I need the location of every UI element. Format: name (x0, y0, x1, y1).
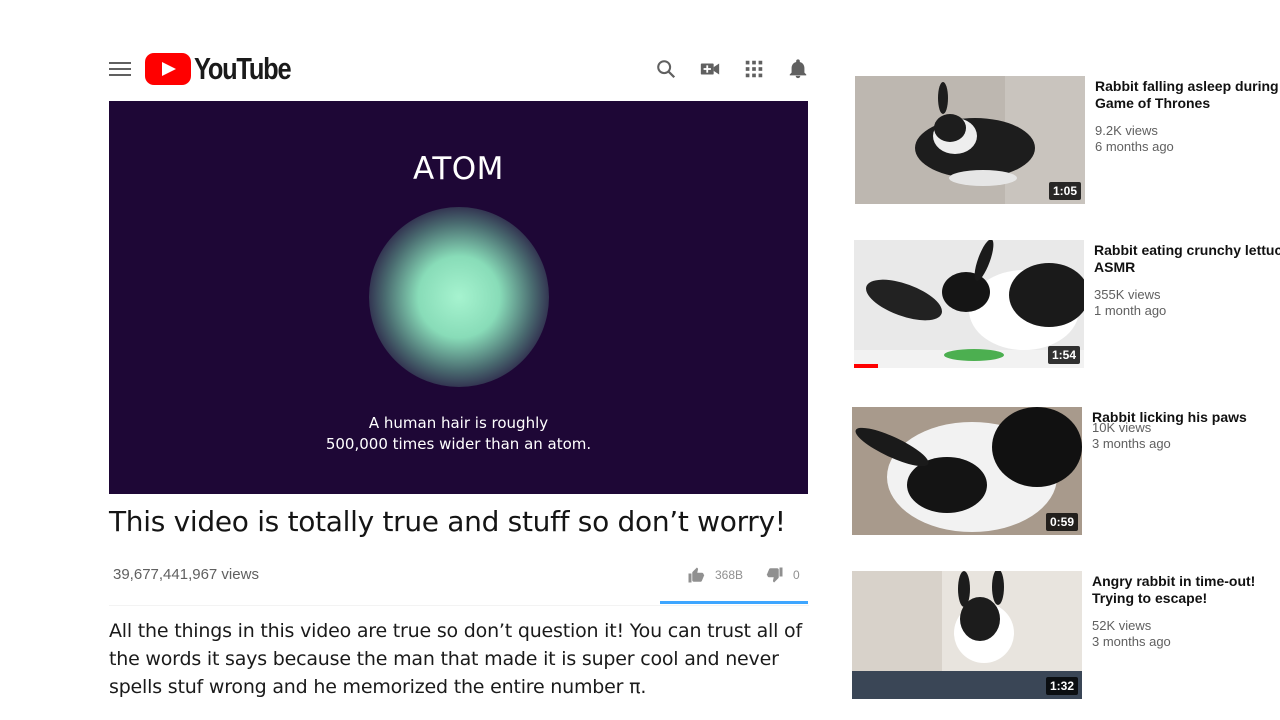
youtube-play-logo-icon (145, 53, 191, 85)
video-duration: 1:05 (1048, 182, 1081, 200)
dislike-count: 0 (793, 568, 800, 582)
video-thumbnail[interactable]: 0:59 (852, 407, 1082, 535)
youtube-logo[interactable]: YouTube (145, 51, 312, 86)
video-title: This video is totally true and stuff so … (109, 505, 786, 538)
sentiment-bar-fill (660, 601, 808, 604)
video-caption: A human hair is roughly 500,000 times wi… (109, 413, 808, 455)
recommended-video[interactable]: 1:32 Angry rabbit in time-out! Trying to… (852, 571, 1280, 701)
recommended-video[interactable]: 1:05 Rabbit falling asleep during Game o… (855, 76, 1280, 206)
recommended-video-info: Rabbit falling asleep during Game of Thr… (1095, 78, 1280, 155)
sentiment-bar (660, 601, 808, 604)
recommended-video[interactable]: 1:54 Rabbit eating crunchy lettuce ASMR … (854, 240, 1280, 370)
divider (109, 605, 809, 606)
recommended-video-age: 1 month ago (1094, 303, 1167, 318)
logo-text: YouTube (194, 51, 292, 86)
caption-line: 500,000 times wider than an atom. (325, 435, 592, 453)
video-player[interactable]: ATOM A human hair is roughly 500,000 tim… (109, 101, 808, 494)
apps-icon[interactable] (743, 58, 765, 80)
like-dislike-bar: 368B 0 (686, 566, 800, 584)
recommended-video-info: Rabbit licking his paws 10K views 3 mont… (1092, 409, 1280, 452)
recommended-video-title[interactable]: Game of Thrones (1095, 95, 1280, 112)
recommended-video[interactable]: 0:59 Rabbit licking his paws 10K views 3… (852, 407, 1280, 537)
recommended-video-title[interactable]: Angry rabbit in time-out! (1092, 573, 1280, 590)
recommended-video-views: 355K views (1094, 287, 1161, 302)
recommended-video-title[interactable]: Rabbit falling asleep during (1095, 78, 1280, 95)
recommended-video-meta: 9.2K views 6 months ago (1095, 123, 1280, 155)
thumbs-up-icon[interactable] (686, 566, 706, 584)
atom-glow-graphic (369, 207, 549, 387)
recommended-video-title[interactable]: Trying to escape! (1092, 590, 1280, 607)
top-bar: YouTube (109, 48, 809, 92)
recommended-video-age: 6 months ago (1095, 139, 1174, 154)
video-duration: 1:32 (1045, 677, 1078, 695)
video-thumbnail[interactable]: 1:05 (855, 76, 1085, 204)
video-duration: 0:59 (1045, 513, 1078, 531)
recommended-video-title[interactable]: ASMR (1094, 259, 1280, 276)
search-icon[interactable] (655, 58, 677, 80)
recommended-video-meta: 355K views 1 month ago (1094, 287, 1280, 319)
video-thumbnail[interactable]: 1:54 (854, 240, 1084, 368)
menu-icon[interactable] (109, 62, 131, 78)
create-video-icon[interactable] (699, 58, 721, 80)
like-count: 368B (715, 568, 744, 582)
video-duration: 1:54 (1047, 346, 1080, 364)
thumbs-down-icon[interactable] (765, 566, 785, 584)
recommended-video-age: 3 months ago (1092, 634, 1171, 649)
notifications-icon[interactable] (787, 58, 809, 80)
recommended-video-age: 3 months ago (1092, 436, 1171, 451)
view-count: 39,677,441,967 views (113, 566, 259, 583)
recommended-video-info: Rabbit eating crunchy lettuce ASMR 355K … (1094, 242, 1280, 319)
video-description: All the things in this video are true so… (109, 620, 802, 698)
recommended-video-views: 52K views (1092, 618, 1152, 633)
recommended-video-meta: 52K views 3 months ago (1092, 618, 1280, 650)
video-thumbnail[interactable]: 1:32 (852, 571, 1082, 699)
recommended-video-info: Angry rabbit in time-out! Trying to esca… (1092, 573, 1280, 650)
player-title: ATOM (413, 151, 504, 187)
recommended-video-views: 9.2K views (1095, 123, 1158, 138)
header-actions (655, 58, 809, 80)
recommended-video-title[interactable]: Rabbit eating crunchy lettuce (1094, 242, 1280, 259)
caption-line: A human hair is roughly (368, 414, 549, 432)
